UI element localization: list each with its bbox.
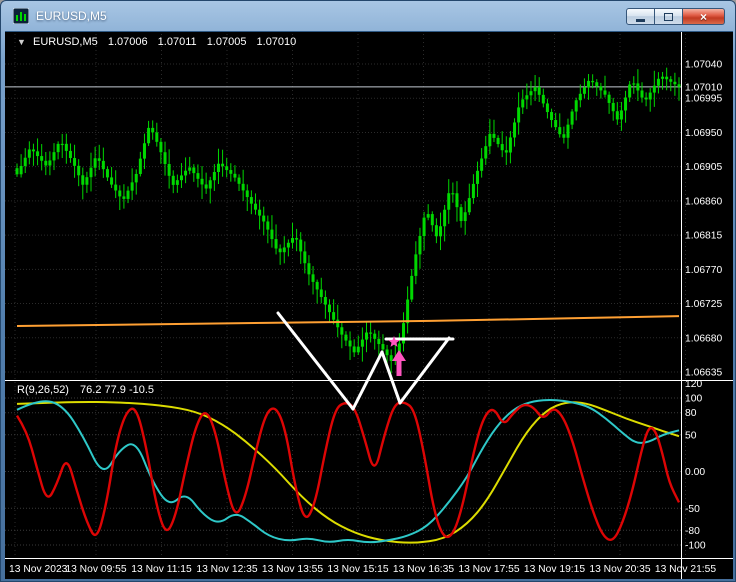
- close-button[interactable]: ×: [683, 8, 725, 25]
- indicator-axis-label: -100: [685, 541, 706, 552]
- mt4-chart-window: EURUSD,M5 × 1.07040 1.06995 1.06950 1.06905…: [0, 0, 736, 582]
- time-axis-label: 13 Nov 15:15: [327, 564, 389, 575]
- chart-area[interactable]: 1.07040 1.06995 1.06950 1.06905 1.06860 1.068…: [5, 31, 733, 579]
- indicator-axis-label: 0.00: [685, 467, 705, 478]
- indicator-label: R(9,26,52) 76.2 77.9 -10.5: [17, 384, 162, 396]
- chart-app-icon: [12, 7, 30, 25]
- time-axis-label: 13 Nov 19:15: [524, 564, 586, 575]
- ohlc-close: 1.07010: [256, 36, 297, 48]
- minimize-icon: [636, 18, 645, 22]
- indicator-axis[interactable]: 120 100 80 50 0.00 -50 -80 -100: [685, 379, 706, 552]
- indicator-axis-label: -80: [685, 526, 700, 537]
- ohlc-high: 1.07011: [157, 36, 197, 48]
- window-titlebar[interactable]: EURUSD,M5 ×: [1, 1, 735, 31]
- window-title: EURUSD,M5: [36, 9, 107, 23]
- price-axis-label: 1.06860: [685, 196, 722, 207]
- price-axis-label: 1.06815: [685, 231, 722, 242]
- indicator-name: R(9,26,52): [17, 384, 69, 396]
- indicator-axis-label: -50: [685, 504, 700, 515]
- indicator-values: 76.2 77.9 -10.5: [80, 384, 155, 396]
- price-axis-label: 1.06950: [685, 128, 722, 139]
- price-axis[interactable]: 1.07040 1.06995 1.06950 1.06905 1.06860 1.068…: [685, 60, 722, 379]
- ohlc-symbol: EURUSD,M5: [32, 36, 98, 48]
- ma-line: [16, 315, 680, 327]
- time-axis-date-label: 13 Nov 2023: [9, 564, 68, 575]
- time-axis-label: 13 Nov 21:55: [655, 564, 717, 575]
- maximize-button[interactable]: [655, 8, 683, 25]
- ohlc-readout: ▼ EURUSD,M5 1.07006 1.07011 1.07005 1.07…: [17, 36, 303, 48]
- collapse-arrow-icon[interactable]: ▼: [17, 37, 26, 47]
- chart-canvas[interactable]: 1.07040 1.06995 1.06950 1.06905 1.06860 1.068…: [5, 32, 733, 579]
- price-axis-label: 1.06770: [685, 265, 722, 276]
- oscillator-line-slow: [16, 400, 680, 544]
- pattern-annotation: [276, 311, 455, 411]
- price-axis-label: 1.06905: [685, 162, 722, 173]
- window-controls: ×: [626, 8, 725, 25]
- price-axis-label: 1.06995: [685, 94, 722, 105]
- minimize-button[interactable]: [626, 8, 655, 25]
- candlesticks: [15, 67, 681, 374]
- price-axis-label: 1.07040: [685, 60, 722, 71]
- buy-signal-arrow-icon: [392, 350, 406, 376]
- time-axis-label: 13 Nov 20:35: [589, 564, 651, 575]
- indicator-axis-label: 80: [685, 408, 697, 419]
- price-axis-label: 1.06635: [685, 368, 722, 379]
- close-icon: ×: [699, 9, 707, 24]
- indicator-axis-label: 100: [685, 394, 702, 405]
- ohlc-open: 1.07006: [107, 36, 148, 48]
- time-axis-label: 13 Nov 09:55: [65, 564, 127, 575]
- time-axis-label: 13 Nov 13:55: [262, 564, 324, 575]
- time-axis-label: 13 Nov 16:35: [393, 564, 455, 575]
- price-axis-label: 1.06680: [685, 333, 722, 344]
- current-price-label: 1.07010: [685, 82, 722, 93]
- time-axis-label: 13 Nov 11:15: [131, 564, 192, 575]
- time-axis-label: 13 Nov 17:55: [458, 564, 520, 575]
- time-axis[interactable]: 13 Nov 202313 Nov 09:55 13 Nov 11:15 13 No…: [9, 564, 716, 575]
- ohlc-low: 1.07005: [206, 36, 247, 48]
- maximize-icon: [664, 12, 673, 21]
- indicator-axis-label: 50: [685, 430, 697, 441]
- time-axis-label: 13 Nov 12:35: [196, 564, 258, 575]
- indicator-axis-label: 120: [685, 379, 702, 390]
- price-axis-label: 1.06725: [685, 299, 722, 310]
